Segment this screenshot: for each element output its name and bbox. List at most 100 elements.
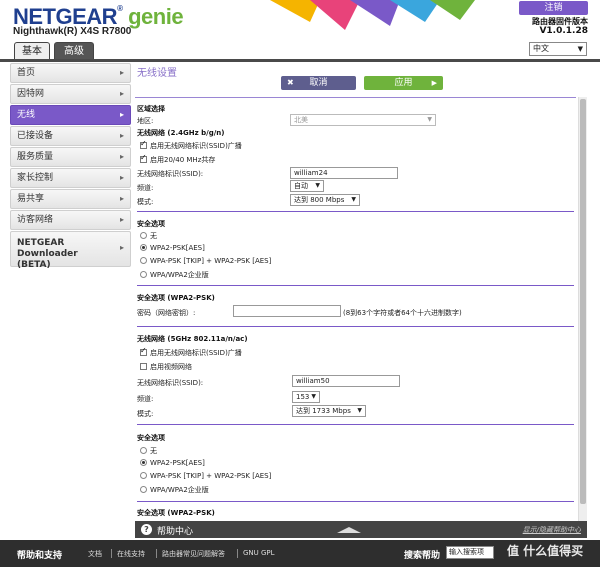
sidebar-item-label: 因特网 — [17, 89, 45, 99]
sidebar-item-readyshare[interactable]: 易共享 ▸ — [10, 189, 131, 209]
search-help-label: 搜索帮助 — [404, 551, 441, 561]
chevron-right-icon: ▸ — [119, 215, 124, 224]
channel-24-value: 自动 — [294, 182, 308, 190]
language-select[interactable]: 中文 ▼ — [529, 42, 587, 56]
section-divider — [137, 285, 574, 286]
security-options-title: 安全选项 — [137, 220, 165, 228]
security-radio-none[interactable]: 无 — [140, 231, 157, 241]
apply-button[interactable]: 应用 ▶ — [364, 76, 443, 90]
security-radio-wpa2[interactable]: WPA2-PSK[AES] — [140, 244, 205, 252]
chevron-right-icon: ▸ — [119, 243, 124, 252]
section-divider — [137, 424, 574, 425]
logout-button[interactable]: 注销 — [519, 1, 588, 15]
coexistence-checkbox[interactable]: 启用20/40 MHz共存 — [140, 153, 216, 165]
sidebar-item-internet[interactable]: 因特网 ▸ — [10, 84, 131, 104]
footer-link-docs[interactable]: 文档 — [88, 549, 102, 559]
checkbox-label: 启用无线网络标识(SSID)广播 — [150, 142, 242, 150]
chevron-right-icon: ▸ — [119, 68, 124, 77]
router-admin-page: NETGEAR® genie Nighthawk(R) X4S R7800 注销… — [0, 0, 600, 567]
sidebar-item-wireless[interactable]: 无线 ▸ — [10, 105, 131, 125]
ssid-24-label: 无线网络标识(SSID): — [137, 170, 204, 178]
mode-5-select[interactable]: 达到 1733 Mbps ▼ — [292, 405, 366, 417]
search-help-input[interactable]: 输入搜索项 — [446, 546, 494, 559]
play-icon: ▶ — [431, 79, 437, 87]
sidebar-item-qos[interactable]: 服务质量 ▸ — [10, 147, 131, 167]
radio-icon — [140, 486, 147, 493]
divider — [156, 549, 157, 558]
region-value: 北美 — [294, 116, 308, 124]
security-5-radio-enterprise[interactable]: WPA/WPA2企业版 — [140, 485, 209, 495]
radio-icon — [140, 257, 147, 264]
video-network-checkbox[interactable]: 启用视频网络 — [140, 362, 192, 372]
security-radio-wpa-mixed[interactable]: WPA-PSK [TKIP] + WPA2-PSK [AES] — [140, 257, 271, 265]
sidebar-item-label: 易共享 — [17, 194, 45, 204]
scrollbar-thumb[interactable] — [580, 99, 586, 504]
sidebar-item-home[interactable]: 首页 ▸ — [10, 63, 131, 83]
cancel-label: 取消 — [309, 78, 328, 88]
section-divider — [137, 211, 574, 212]
region-section-title: 区域选择 — [137, 105, 165, 113]
cancel-button[interactable]: ✖ 取消 — [281, 76, 356, 90]
region-select[interactable]: 北美 ▼ — [290, 114, 436, 126]
mode-24-select[interactable]: 达到 800 Mbps ▼ — [290, 194, 360, 206]
footer-title: 帮助和支持 — [17, 551, 63, 561]
ssid-broadcast-24-checkbox[interactable]: 启用无线网络标识(SSID)广播 — [140, 139, 242, 151]
passphrase-5-title: 安全选项 (WPA2-PSK) — [137, 509, 215, 517]
passphrase-24-input[interactable] — [233, 305, 341, 317]
chevron-right-icon: ▸ — [119, 173, 124, 182]
sidebar-item-label: 访客网络 — [17, 215, 54, 225]
radio-label: WPA2-PSK[AES] — [150, 244, 205, 252]
footer-link-faq[interactable]: 路由器常见问题解答 — [162, 549, 225, 559]
sidebar-item-guest-network[interactable]: 访客网络 ▸ — [10, 210, 131, 230]
security-radio-enterprise[interactable]: WPA/WPA2企业版 — [140, 270, 209, 280]
security-5-radio-wpa2[interactable]: WPA2-PSK[AES] — [140, 459, 205, 467]
radio-label: 无 — [150, 447, 157, 455]
toggle-help-link[interactable]: 显示/隐藏帮助中心 — [523, 525, 581, 535]
sidebar-item-attached-devices[interactable]: 已接设备 ▸ — [10, 126, 131, 146]
apply-label: 应用 — [394, 78, 413, 88]
footer-link-support[interactable]: 在线支持 — [117, 549, 145, 559]
radio-label: WPA/WPA2企业版 — [150, 486, 209, 494]
ssid-broadcast-5-checkbox[interactable]: 启用无线网络标识(SSID)广播 — [140, 346, 242, 358]
channel-24-select[interactable]: 自动 ▼ — [290, 180, 324, 192]
passphrase-24-title: 安全选项 (WPA2-PSK) — [137, 294, 215, 302]
channel-5-value: 153 — [296, 393, 310, 401]
channel-24-label: 频道: — [137, 184, 154, 192]
security-5-radio-wpa-mixed[interactable]: WPA-PSK [TKIP] + WPA2-PSK [AES] — [140, 472, 271, 480]
ssid-24-input[interactable]: william24 — [290, 167, 398, 179]
tab-advanced[interactable]: 高级 — [54, 42, 94, 59]
chevron-right-icon: ▸ — [119, 89, 124, 98]
mode-24-value: 达到 800 Mbps — [294, 196, 345, 204]
radio-label: WPA-PSK [TKIP] + WPA2-PSK [AES] — [150, 257, 272, 265]
genie-logo: genie — [128, 4, 184, 29]
sidebar-item-label: 家长控制 — [17, 173, 54, 183]
sidebar-item-label: 首页 — [17, 68, 36, 78]
passphrase-24-label: 密码（网络密钥）: — [137, 309, 196, 317]
scrollbar[interactable] — [578, 97, 587, 521]
radio-icon — [140, 244, 147, 251]
radio-label: WPA/WPA2企业版 — [150, 271, 209, 279]
expand-arrow-icon[interactable] — [337, 527, 361, 533]
checkbox-icon — [140, 346, 147, 356]
divider — [111, 549, 112, 558]
firmware-version: V1.0.1.28 — [539, 26, 588, 36]
chevron-right-icon: ▸ — [119, 194, 124, 203]
security-5-radio-none[interactable]: 无 — [140, 446, 157, 456]
chevron-down-icon: ▼ — [351, 196, 356, 203]
checkbox-label: 启用20/40 MHz共存 — [150, 156, 216, 164]
sidebar-item-parental-controls[interactable]: 家长控制 ▸ — [10, 168, 131, 188]
footer-link-gpl[interactable]: GNU GPL — [243, 549, 275, 557]
mode-5-label: 模式: — [137, 410, 154, 418]
ssid-5-input[interactable]: william50 — [292, 375, 400, 387]
sidebar-item-label: 无线 — [17, 110, 36, 120]
channel-5-select[interactable]: 153 ▼ — [292, 391, 320, 403]
chevron-right-icon: ▸ — [119, 131, 124, 140]
help-icon: ? — [141, 524, 152, 535]
tab-basic[interactable]: 基本 — [14, 42, 50, 59]
checkbox-label: 启用视频网络 — [150, 363, 192, 371]
chevron-down-icon: ▼ — [315, 182, 320, 189]
sidebar-item-downloader[interactable]: NETGEAR Downloader (BETA) ▸ — [10, 231, 131, 270]
help-center-title: 帮助中心 — [157, 527, 194, 537]
help-center-bar[interactable]: ? 帮助中心 显示/隐藏帮助中心 — [135, 521, 587, 538]
chevron-down-icon: ▼ — [311, 393, 316, 400]
